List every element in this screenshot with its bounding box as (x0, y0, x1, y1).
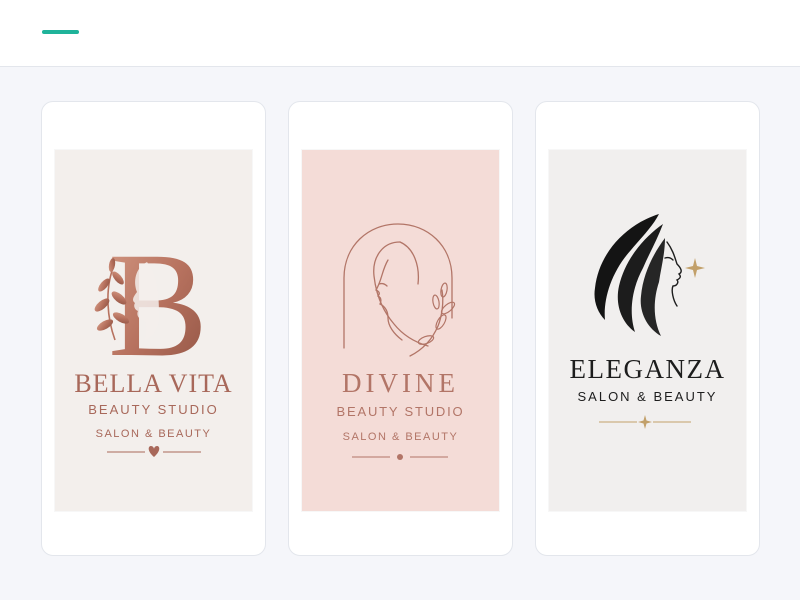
brand-tagline: SALON & BEAUTY (95, 428, 212, 440)
sparkle-icon (685, 258, 705, 278)
dot-icon (397, 454, 403, 460)
logo-card-bella-vita[interactable]: B BELLA VITA BEAUTY STUDIO SALON & (41, 101, 266, 556)
divine-logo-image: DIVINE BEAUTY STUDIO SALON & BEAUTY (302, 150, 499, 511)
brand-subtitle: BEAUTY STUDIO (88, 402, 219, 417)
logo-card-divine[interactable]: DIVINE BEAUTY STUDIO SALON & BEAUTY (288, 101, 513, 556)
brand-subtitle: SALON & BEAUTY (577, 389, 718, 404)
brand-name: ELEGANZA (569, 354, 726, 384)
top-bar (0, 0, 800, 67)
star-icon (638, 415, 652, 429)
brand-name: BELLA VITA (74, 369, 233, 398)
eleganza-emblem (594, 214, 705, 429)
brand-tagline: SALON & BEAUTY (342, 431, 459, 443)
brand-subtitle: BEAUTY STUDIO (336, 404, 465, 419)
bella-vita-logo-image: B BELLA VITA BEAUTY STUDIO SALON & (55, 150, 252, 511)
brand-name: DIVINE (342, 368, 459, 398)
logo-card-eleganza[interactable]: ELEGANZA SALON & BEAUTY (535, 101, 760, 556)
heart-icon (148, 446, 160, 457)
divine-emblem (343, 223, 456, 460)
bella-vita-emblem: B (94, 222, 208, 457)
eleganza-logo-image: ELEGANZA SALON & BEAUTY (549, 150, 746, 511)
accent-bar (42, 30, 79, 34)
